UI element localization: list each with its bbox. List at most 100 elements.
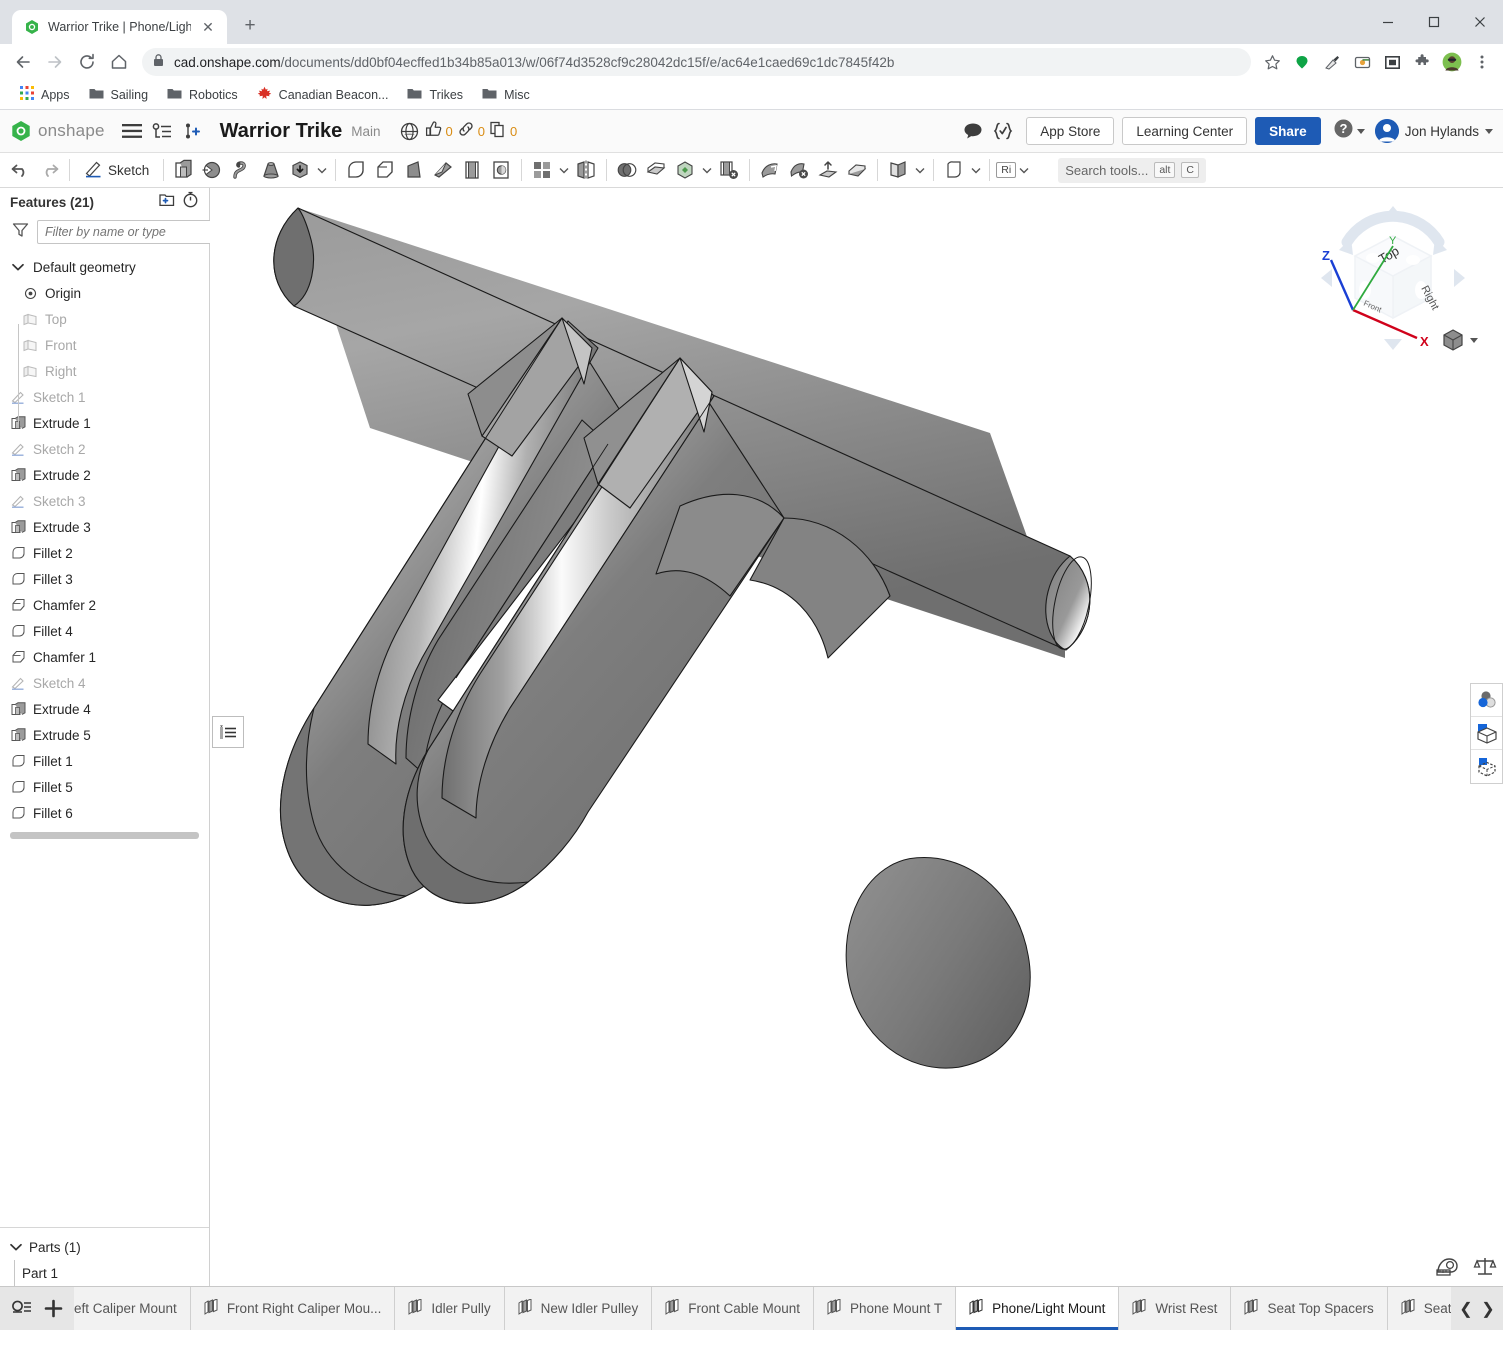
featurescript-ri-button[interactable]: Ri	[996, 162, 1017, 178]
feature-tree-list[interactable]: Default geometry Origin Top Front Right …	[0, 252, 209, 1227]
chamfer-icon[interactable]	[371, 156, 399, 184]
view-orientation-menu[interactable]	[1441, 328, 1478, 352]
element-tab[interactable]: Front Right Caliper Mou...	[190, 1287, 396, 1330]
extrude-icon[interactable]	[170, 156, 198, 184]
list-item[interactable]: Part 1	[0, 1260, 209, 1286]
tree-item-feature[interactable]: Sketch 1	[0, 384, 209, 410]
address-bar[interactable]: cad.onshape.com/documents/dd0bf04ecffed1…	[142, 48, 1251, 76]
tree-item-feature[interactable]: Fillet 2	[0, 540, 209, 566]
tree-item-feature[interactable]: Chamfer 1	[0, 644, 209, 670]
move-face-icon[interactable]	[756, 156, 784, 184]
tree-item-feature[interactable]: Fillet 6	[0, 800, 209, 826]
chevron-down-icon[interactable]	[557, 156, 571, 184]
tree-item-right-plane[interactable]: Right	[0, 358, 209, 384]
help-menu[interactable]: ?	[1333, 118, 1365, 144]
element-tab[interactable]: Seat Top Spacers	[1231, 1287, 1388, 1330]
maximize-icon[interactable]	[1411, 0, 1457, 44]
browser-tab[interactable]: Warrior Trike | Phone/Light Mo ✕	[12, 10, 227, 44]
tree-item-feature[interactable]: Fillet 4	[0, 618, 209, 644]
pattern-icon[interactable]	[528, 156, 556, 184]
share-button[interactable]: Share	[1255, 117, 1321, 145]
add-branch-icon[interactable]	[177, 116, 207, 146]
globe-public-icon[interactable]	[395, 116, 425, 146]
tree-group-default-geometry[interactable]: Default geometry	[0, 254, 209, 280]
bookmark-item-misc[interactable]: Misc	[474, 84, 538, 106]
onshape-logo[interactable]: onshape	[10, 120, 105, 142]
tree-item-feature[interactable]: Fillet 5	[0, 774, 209, 800]
reload-icon[interactable]	[72, 47, 102, 77]
undo-icon[interactable]	[6, 156, 34, 184]
element-tab[interactable]: New Idler Pulley	[504, 1287, 653, 1330]
copy-count[interactable]: 0	[489, 120, 517, 143]
add-folder-icon[interactable]	[158, 192, 176, 213]
add-tab-button[interactable]	[38, 1294, 68, 1324]
pip-square-icon[interactable]	[1379, 49, 1405, 75]
mirror-icon[interactable]	[572, 156, 600, 184]
element-tab[interactable]: Idler Pully	[395, 1287, 505, 1330]
graphics-viewport[interactable]: Top Right Front Z X Y	[210, 188, 1503, 1286]
rib-icon[interactable]	[400, 156, 428, 184]
draft-icon[interactable]	[429, 156, 457, 184]
section-view-icon[interactable]	[1471, 717, 1502, 750]
sketch-extension-icon[interactable]	[1319, 49, 1345, 75]
avatar[interactable]	[1439, 49, 1465, 75]
cad-model[interactable]	[210, 188, 1503, 1286]
tree-item-origin[interactable]: Origin	[0, 280, 209, 306]
thicken-icon[interactable]	[843, 156, 871, 184]
mass-properties-icon[interactable]	[1473, 1255, 1497, 1282]
fillet-icon[interactable]	[342, 156, 370, 184]
comments-icon[interactable]	[958, 116, 988, 146]
rollback-timer-icon[interactable]	[182, 191, 199, 213]
filter-funnel-icon[interactable]	[12, 222, 29, 243]
tree-item-feature[interactable]: Fillet 1	[0, 748, 209, 774]
split-icon[interactable]	[642, 156, 670, 184]
tree-item-feature[interactable]: Extrude 5	[0, 722, 209, 748]
chevron-down-icon[interactable]	[700, 156, 714, 184]
element-tab[interactable]: Seat Bo	[1387, 1287, 1451, 1330]
loft-icon[interactable]	[257, 156, 285, 184]
hole-icon[interactable]	[487, 156, 515, 184]
sweep-icon[interactable]	[228, 156, 256, 184]
element-tab[interactable]: Front Cable Mount	[652, 1287, 815, 1330]
learning-center-button[interactable]: Learning Center	[1122, 117, 1248, 145]
tree-item-feature[interactable]: Fillet 3	[0, 566, 209, 592]
delete-part-icon[interactable]	[715, 156, 743, 184]
feature-filter-input[interactable]	[37, 220, 216, 244]
bookmark-item-robotics[interactable]: Robotics	[159, 84, 246, 106]
chrome-app-icon[interactable]	[1349, 49, 1375, 75]
link-count[interactable]: 0	[457, 120, 485, 143]
replace-face-icon[interactable]	[814, 156, 842, 184]
close-window-icon[interactable]	[1457, 0, 1503, 44]
measure-icon[interactable]	[1435, 1255, 1459, 1282]
home-icon[interactable]	[104, 47, 134, 77]
sketch-button[interactable]: Sketch	[76, 156, 157, 184]
featurescript-icon[interactable]	[988, 116, 1018, 146]
scroll-right-icon[interactable]: ❯	[1477, 1294, 1499, 1324]
back-icon[interactable]	[8, 47, 38, 77]
new-tab-button[interactable]: +	[235, 11, 265, 41]
delete-face-icon[interactable]	[785, 156, 813, 184]
shell-icon[interactable]	[458, 156, 486, 184]
version-history-icon[interactable]	[147, 116, 177, 146]
bookmark-item-canadian-beacon[interactable]: Canadian Beacon...	[249, 83, 397, 106]
wireframe-view-icon[interactable]	[1471, 750, 1502, 783]
tree-item-feature[interactable]: Sketch 3	[0, 488, 209, 514]
transform-icon[interactable]	[671, 156, 699, 184]
close-icon[interactable]: ✕	[199, 18, 217, 36]
tree-item-feature[interactable]: Extrude 3	[0, 514, 209, 540]
tree-item-feature[interactable]: Extrude 1	[0, 410, 209, 436]
app-store-button[interactable]: App Store	[1026, 117, 1115, 145]
green-status-icon[interactable]	[1289, 49, 1315, 75]
element-tab[interactable]: eft Caliper Mount	[74, 1287, 191, 1330]
bookmark-star-icon[interactable]	[1259, 49, 1285, 75]
chevron-down-icon[interactable]	[913, 156, 927, 184]
user-menu[interactable]: Jon Hylands	[1374, 119, 1493, 143]
chevron-down-icon[interactable]	[969, 156, 983, 184]
boolean-icon[interactable]	[613, 156, 641, 184]
forward-icon[interactable]	[40, 47, 70, 77]
browser-menu-icon[interactable]	[1469, 49, 1495, 75]
chevron-down-icon[interactable]	[315, 156, 329, 184]
tree-item-feature[interactable]: Chamfer 2	[0, 592, 209, 618]
display-panel-toggle-button[interactable]	[212, 716, 244, 748]
revolve-icon[interactable]	[199, 156, 227, 184]
